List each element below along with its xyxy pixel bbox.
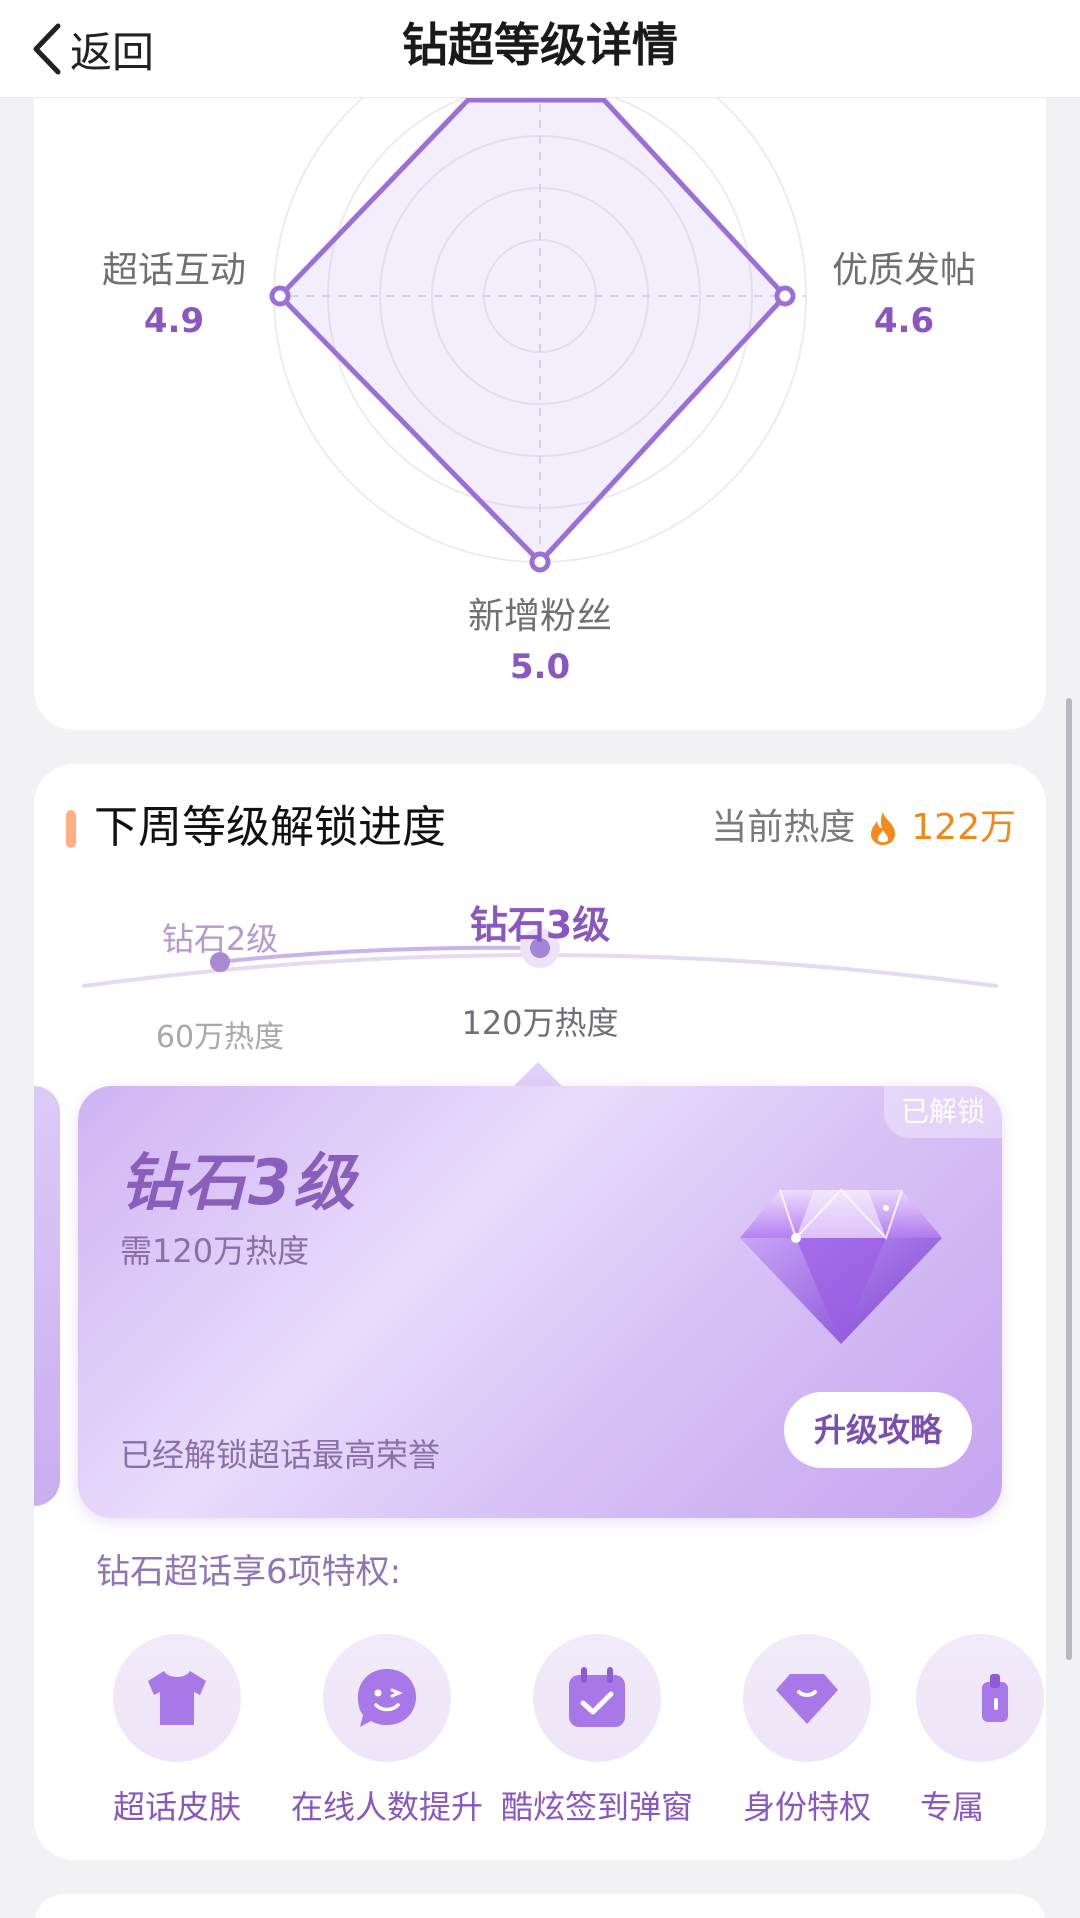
radar-label-posts: 优质发帖 4.6 [794,246,1014,346]
radar-card: 超话互动 4.9 优质发帖 4.6 新增粉丝 5.0 [34,40,1046,730]
radar-label-fans: 新增粉丝 5.0 [430,592,650,692]
radar-label-value: 4.6 [873,301,935,341]
heat-value: 122万 [911,807,1016,848]
privilege-item[interactable]: 身份特权 [702,1634,912,1828]
level-card-honor: 已经解锁超话最高荣誉 [120,1436,441,1474]
privilege-label: 在线人数提升 [290,1788,483,1826]
radar-label-name: 新增粉丝 [467,596,612,637]
level-3-name: 钻石3级 [469,903,611,947]
level-2-requirement: 60万热度 [155,1020,285,1055]
unlocked-badge: 已解锁 [884,1086,1002,1138]
section-accent-bar [66,810,76,848]
level-progress-card: 下周等级解锁进度 当前热度 122万 钻石2级 60万热度 钻石3级 120万热… [34,764,1046,1860]
next-card [34,1894,1046,1918]
badge-icon [916,1634,1044,1762]
smile-chat-icon [323,1634,451,1762]
level-card-requirement: 需120万热度 [120,1232,310,1270]
radar-label-name: 超话互动 [101,250,246,291]
upgrade-guide-button[interactable]: 升级攻略 [784,1392,972,1468]
level-card-title: 钻石3级 [120,1146,358,1219]
privileges-list: 超话皮肤 在线人数提升 酷炫签到弹窗 身份特权 专属 [34,1634,1046,1834]
privilege-label: 酷炫签到弹窗 [500,1788,693,1826]
heat-label: 当前热度 [711,807,856,848]
diamond-gem-icon [740,1188,942,1344]
privilege-label: 专属 [920,1788,985,1826]
privilege-item[interactable]: 酷炫签到弹窗 [492,1634,702,1828]
radar-label-interaction: 超话互动 4.9 [64,246,284,346]
level-2-name: 钻石2级 [161,920,279,958]
radar-label-value: 5.0 [509,647,571,687]
top-bar: 返回 钻超等级详情 [0,0,1080,98]
privileges-title: 钻石超话享6项特权: [96,1552,402,1592]
diamond-icon [743,1634,871,1762]
flame-icon [871,812,896,845]
radar-point [774,285,796,307]
page-title: 钻超等级详情 [402,18,678,72]
level-card[interactable]: 已解锁 钻石3级 需120万热度 已经解锁超话最高荣誉 升级攻略 [78,1086,1002,1518]
level-3-requirement: 120万热度 [461,1004,619,1042]
calendar-check-icon [533,1634,661,1762]
section-title: 下周等级解锁进度 [94,802,446,853]
privilege-label: 身份特权 [742,1788,871,1826]
radar-label-value: 4.9 [143,301,205,341]
privilege-item[interactable]: 专属 [912,1634,1046,1828]
privilege-item[interactable]: 超话皮肤 [72,1634,282,1828]
tshirt-icon [113,1634,241,1762]
privilege-label: 超话皮肤 [112,1788,241,1826]
card-pointer [512,1062,564,1088]
current-heat: 当前热度 122万 [711,802,1016,854]
scrollbar[interactable] [1066,698,1072,1660]
radar-label-name: 优质发帖 [831,250,976,291]
radar-point [529,551,551,573]
privilege-item[interactable]: 在线人数提升 [282,1634,492,1828]
previous-level-card[interactable] [34,1086,60,1506]
